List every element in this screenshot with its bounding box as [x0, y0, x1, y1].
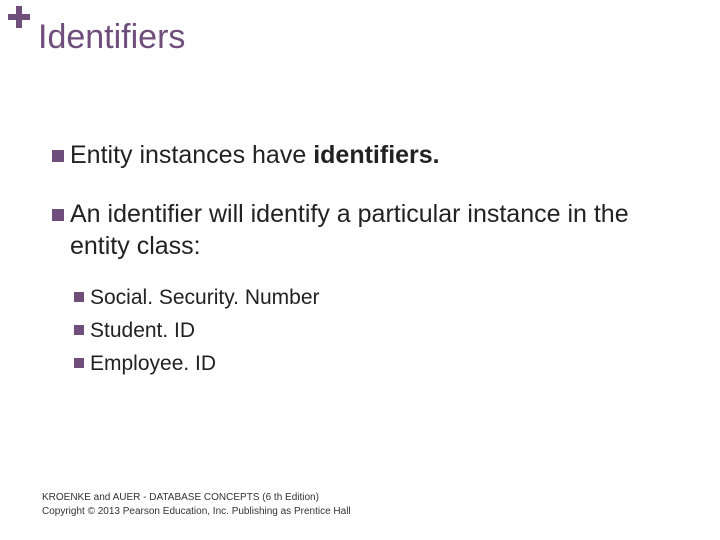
bullet-text-bold: identifiers. — [313, 141, 439, 169]
sub-bullet-item: Student. ID — [74, 317, 680, 344]
square-bullet-icon — [74, 325, 84, 335]
sub-bullet-text: Student. ID — [90, 317, 195, 344]
slide-content: Entity instances have identifiers. An id… — [52, 140, 680, 384]
plus-icon — [8, 6, 30, 28]
slide-title: Identifiers — [38, 18, 185, 57]
bullet-item: An identifier will identify a particular… — [52, 199, 680, 262]
bullet-text: An identifier will identify a particular… — [70, 199, 680, 262]
bullet-text-prefix: Entity instances have — [70, 141, 313, 169]
square-bullet-icon — [74, 358, 84, 368]
footer: KROENKE and AUER - DATABASE CONCEPTS (6 … — [42, 491, 351, 518]
sub-bullet-text: Employee. ID — [90, 350, 216, 377]
sub-bullet-item: Social. Security. Number — [74, 284, 680, 311]
footer-line-1: KROENKE and AUER - DATABASE CONCEPTS (6 … — [42, 491, 351, 505]
bullet-item: Entity instances have identifiers. — [52, 140, 680, 171]
square-bullet-icon — [52, 150, 64, 162]
bullet-text-prefix: An identifier will identify a particular… — [70, 200, 629, 259]
square-bullet-icon — [74, 292, 84, 302]
footer-line-2: Copyright © 2013 Pearson Education, Inc.… — [42, 505, 351, 519]
sub-bullet-list: Social. Security. Number Student. ID Emp… — [74, 284, 680, 378]
sub-bullet-item: Employee. ID — [74, 350, 680, 377]
square-bullet-icon — [52, 209, 64, 221]
sub-bullet-text: Social. Security. Number — [90, 284, 320, 311]
bullet-text: Entity instances have identifiers. — [70, 140, 440, 171]
